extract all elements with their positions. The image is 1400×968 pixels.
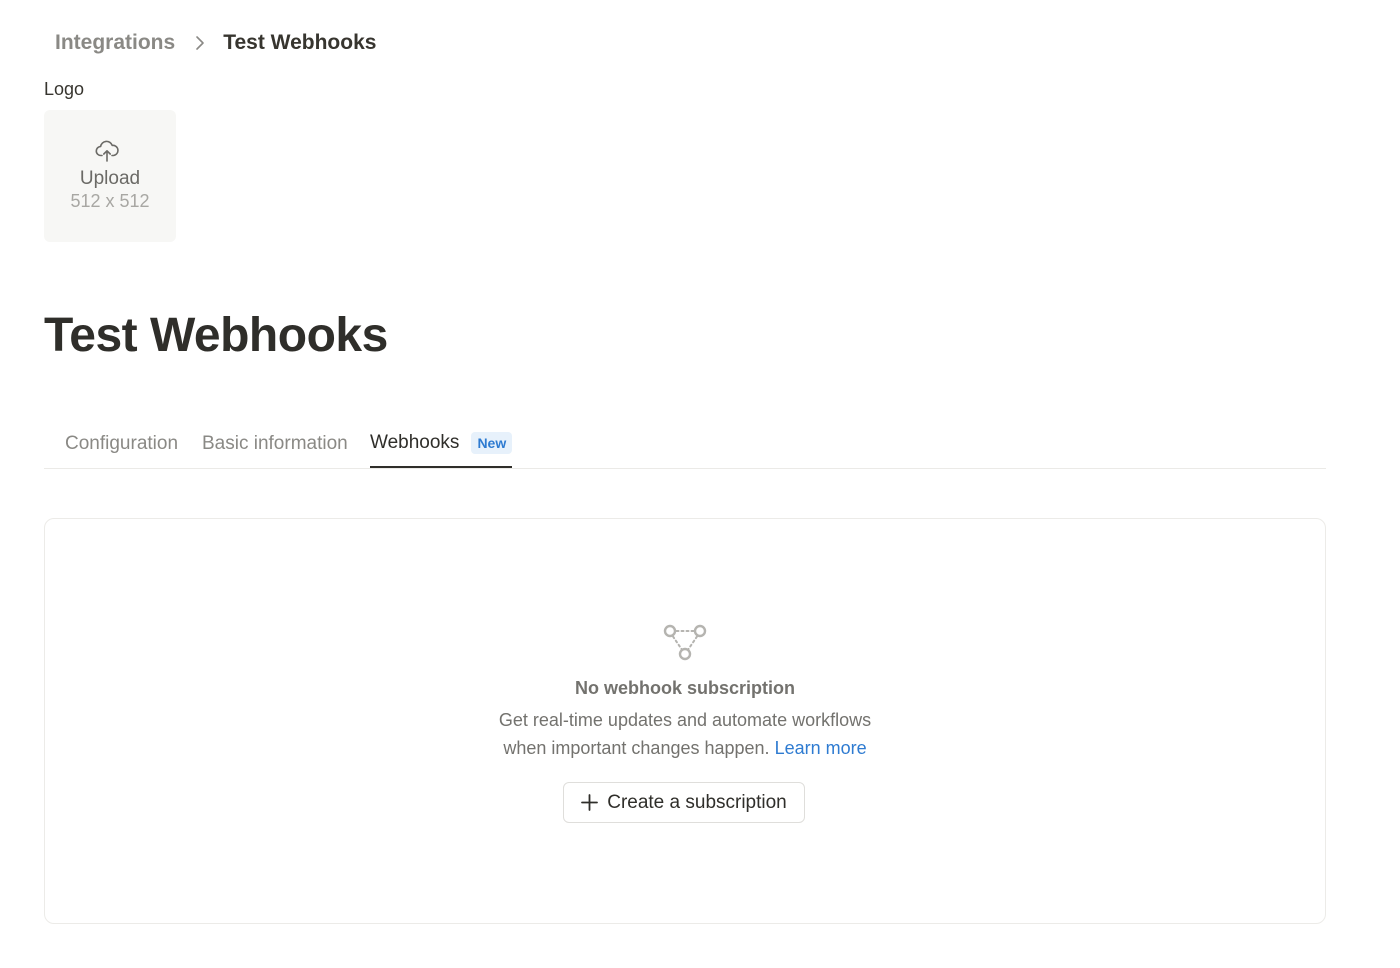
upload-size-hint: 512 x 512: [70, 190, 150, 211]
breadcrumb-current: Test Webhooks: [223, 31, 377, 54]
page-title: Test Webhooks: [44, 309, 388, 362]
page: Integrations Test Webhooks Logo Upload 5…: [0, 0, 1400, 968]
breadcrumb-integrations-link[interactable]: Integrations: [55, 31, 175, 55]
plus-icon: [581, 794, 599, 811]
learn-more-link[interactable]: Learn more: [775, 738, 867, 758]
chevron-right-icon: [195, 35, 205, 51]
logo-upload-button[interactable]: Upload 512 x 512: [44, 110, 176, 242]
upload-label: Upload: [79, 167, 141, 189]
empty-state-description: Get real-time updates and automate workf…: [0, 706, 1370, 762]
tab-bar: Configuration Basic information Webhooks…: [44, 420, 1326, 469]
new-badge: New: [471, 432, 513, 454]
tab-webhooks[interactable]: Webhooks New: [370, 420, 513, 468]
empty-state-title: No webhook subscription: [574, 678, 795, 698]
empty-state-description-line2: when important changes happen.: [503, 738, 770, 758]
tab-webhooks-label: Webhooks: [370, 432, 460, 453]
empty-state-description-line1: Get real-time updates and automate workf…: [498, 710, 872, 730]
tab-basic-information[interactable]: Basic information: [202, 420, 348, 467]
cloud-upload-icon: [95, 140, 119, 167]
create-subscription-label: Create a subscription: [607, 791, 787, 813]
breadcrumb: Integrations Test Webhooks: [55, 28, 376, 58]
tab-configuration[interactable]: Configuration: [65, 420, 178, 467]
empty-state-description-line2-wrap: when important changes happen. Learn mor…: [0, 734, 1370, 762]
webhook-icon: [662, 622, 708, 667]
logo-label: Logo: [44, 79, 85, 99]
create-subscription-button[interactable]: Create a subscription: [563, 782, 805, 823]
